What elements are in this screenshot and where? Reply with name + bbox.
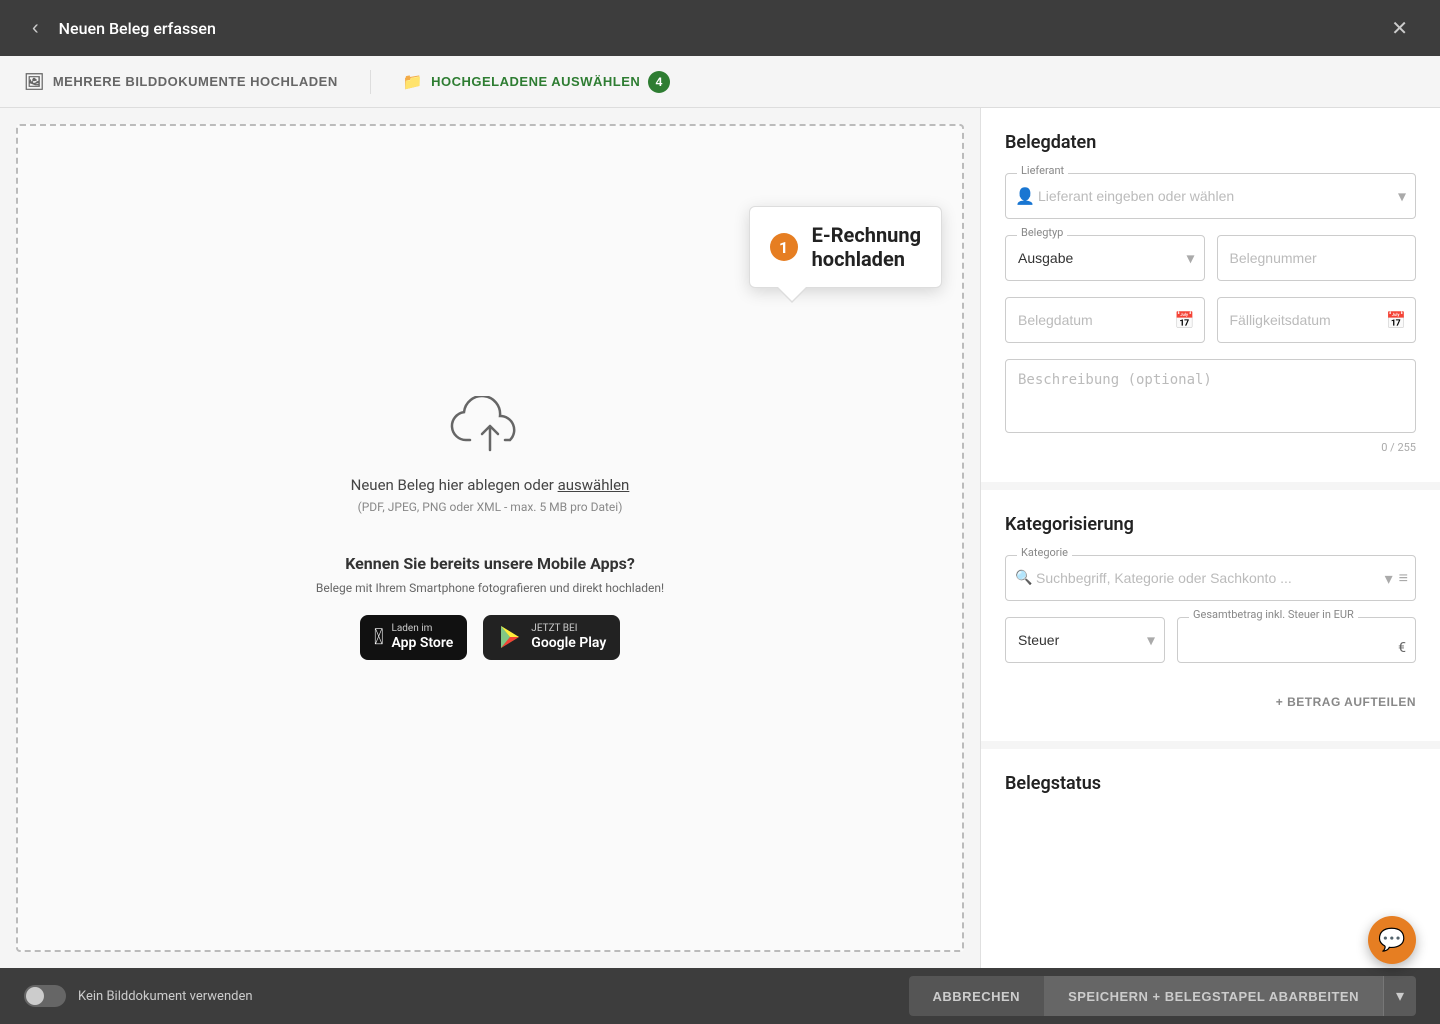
lieferant-input[interactable] [1005,173,1416,219]
upload-cloud-icon [450,396,530,460]
kategorisierung-section: Kategorisierung Kategorie 🔍 ▾ ≡ [981,490,1440,749]
betrag-field: Gesamtbetrag inkl. Steuer in EUR 0,00 € [1177,617,1416,679]
modal-footer: Kein Bilddokument verwenden ABBRECHEN SP… [0,968,1440,1024]
app-badges-container:  Laden im App Store [360,615,621,660]
apple-icon:  [374,625,384,650]
dropdown-arrow2-icon: ▾ [1385,569,1393,588]
folder-icon: 📁 [403,72,423,92]
left-panel: 1 E-Rechnung hochladen Neuen B [0,108,980,968]
mobile-apps-title: Kennen Sie bereits unsere Mobile Apps? [345,554,635,573]
dropdown-arrow-icon: ▾ [1398,187,1406,206]
betrag-input[interactable]: 0,00 [1177,617,1416,663]
beschreibung-input[interactable] [1005,359,1416,433]
tooltip-container: 1 E-Rechnung hochladen [749,206,942,288]
beschreibung-field [1005,359,1416,437]
steuer-field: Steuer [1005,617,1165,663]
aufteilen-button[interactable]: + BETRAG AUFTEILEN [1005,687,1416,717]
betrag-suffix: € [1398,640,1406,656]
app-store-button[interactable]:  Laden im App Store [360,615,468,660]
steuer-select[interactable]: Steuer [1005,617,1165,663]
list-icon: ≡ [1399,568,1408,588]
person-icon: 👤 [1015,187,1035,206]
belegtyp-field: Belegtyp Ausgabe [1005,235,1205,281]
faelligkeitsdatum-field: 📅 [1217,297,1417,343]
lieferant-field: Lieferant 👤 ▾ [1005,173,1416,219]
datum-row: 📅 📅 [1005,297,1416,343]
subheader-divider [370,70,371,94]
upload-select-link[interactable]: auswählen [558,476,630,494]
modal-title: Neuen Beleg erfassen [59,19,216,38]
kategorie-label: Kategorie [1017,546,1072,559]
belegdaten-section: Belegdaten Lieferant 👤 ▾ Belegtyp Ausgab… [981,108,1440,490]
mobile-apps-subtitle: Belege mit Ihrem Smartphone fotografiere… [316,581,664,595]
toggle-knob [26,987,44,1005]
belegstatus-section: Belegstatus [981,749,1440,838]
kategorisierung-title: Kategorisierung [1005,514,1416,535]
kategorie-right-icons: ▾ ≡ [1385,568,1408,588]
speichern-dropdown-button[interactable]: ▾ [1383,976,1416,1016]
belegtyp-select[interactable]: Ausgabe [1005,235,1205,281]
sub-header: 🖼 MEHRERE BILDDOKUMENTE HOCHLADEN 📁 HOCH… [0,56,1440,108]
close-button[interactable]: ✕ [1383,12,1416,45]
tooltip-bubble: 1 E-Rechnung hochladen [749,206,942,288]
lieferant-label: Lieferant [1017,164,1068,177]
uploaded-count-badge: 4 [648,71,670,93]
footer-left: Kein Bilddokument verwenden [24,985,253,1007]
back-button[interactable]: ‹ [24,13,47,44]
belegdatum-field: 📅 [1005,297,1205,343]
upload-multiple-button[interactable]: 🖼 MEHRERE BILDDOKUMENTE HOCHLADEN [24,72,338,92]
chat-button[interactable]: 💬 [1368,916,1416,964]
char-count: 0 / 255 [1005,441,1416,454]
search-icon: 🔍 [1015,570,1032,586]
kategorie-input-wrapper: 🔍 ▾ ≡ [1005,555,1416,601]
google-play-text: JETZT BEI Google Play [531,623,606,652]
mobile-apps-section: Kennen Sie bereits unsere Mobile Apps? B… [316,514,664,680]
toggle-switch[interactable] [24,985,66,1007]
google-play-button[interactable]: JETZT BEI Google Play [483,615,620,660]
upload-multiple-label: MEHRERE BILDDOKUMENTE HOCHLADEN [53,74,338,89]
right-panel: Belegdaten Lieferant 👤 ▾ Belegtyp Ausgab… [980,108,1440,968]
upload-icon: 🖼 [24,72,45,92]
belegnummer-input[interactable] [1217,235,1417,281]
calendar2-icon: 📅 [1386,311,1406,330]
belegdaten-title: Belegdaten [1005,132,1416,153]
tooltip-text: E-Rechnung hochladen [812,223,921,271]
toggle-label: Kein Bilddokument verwenden [78,989,253,1004]
upload-subtext: (PDF, JPEG, PNG oder XML - max. 5 MB pro… [358,500,623,514]
betrag-row: Steuer Gesamtbetrag inkl. Steuer in EUR … [1005,617,1416,679]
main-content: 1 E-Rechnung hochladen Neuen B [0,108,1440,968]
footer-right: ABBRECHEN SPEICHERN + BELEGSTAPEL ABARBE… [909,976,1416,1016]
belegnummer-field [1217,235,1417,281]
belegstatus-title: Belegstatus [1005,773,1416,794]
belegtyp-row: Belegtyp Ausgabe [1005,235,1416,281]
modal-header: ‹ Neuen Beleg erfassen ✕ [0,0,1440,56]
belegtyp-label: Belegtyp [1017,226,1067,239]
belegtyp-select-wrapper: Ausgabe [1005,235,1205,281]
upload-instruction-text: Neuen Beleg hier ablegen oder auswählen [351,476,630,494]
upload-zone[interactable]: 1 E-Rechnung hochladen Neuen B [16,124,964,952]
select-uploaded-button[interactable]: 📁 HOCHGELADENE AUSWÄHLEN 4 [403,71,671,93]
calendar-icon: 📅 [1175,311,1195,330]
speichern-button[interactable]: SPEICHERN + BELEGSTAPEL ABARBEITEN [1044,976,1383,1016]
kategorie-field: Kategorie 🔍 ▾ ≡ [1005,555,1416,601]
select-uploaded-label: HOCHGELADENE AUSWÄHLEN [431,74,640,89]
app-store-text: Laden im App Store [391,623,453,652]
kategorie-input[interactable] [1005,555,1416,601]
betrag-label: Gesamtbetrag inkl. Steuer in EUR [1189,608,1358,621]
tooltip-number: 1 [770,233,798,261]
abbrechen-button[interactable]: ABBRECHEN [909,976,1045,1016]
google-play-icon [497,624,523,650]
steuer-select-wrapper: Steuer [1005,617,1165,663]
chat-icon: 💬 [1378,928,1405,953]
